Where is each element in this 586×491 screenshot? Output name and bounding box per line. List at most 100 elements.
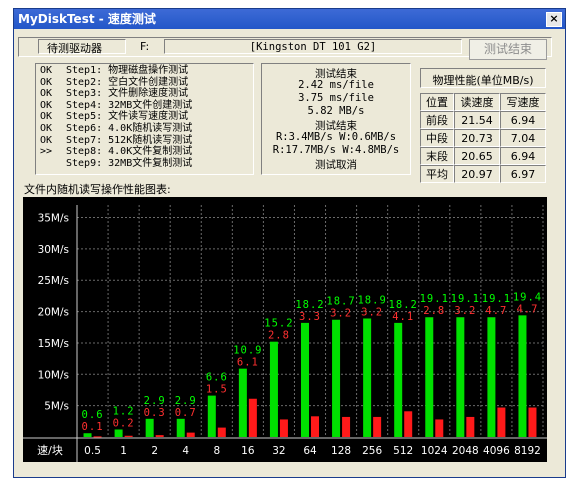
write-bar bbox=[404, 411, 413, 437]
x-tick-label: 4 bbox=[182, 445, 189, 457]
read-bar bbox=[301, 322, 309, 437]
step-status: OK bbox=[40, 88, 53, 100]
read-bar bbox=[456, 317, 465, 437]
table-cell: 前段 bbox=[420, 111, 454, 129]
step-text: Step5: 文件读写速度测试 bbox=[66, 111, 189, 123]
read-value-label: 0.6 bbox=[82, 409, 104, 421]
drive-label-box: 待测驱动器 bbox=[38, 39, 126, 55]
write-bar bbox=[124, 435, 133, 437]
step-result: R:3.4MB/s W:0.6MB/s bbox=[275, 131, 397, 143]
write-bar bbox=[466, 416, 475, 437]
write-value-label: 3.2 bbox=[361, 306, 383, 318]
close-icon: × bbox=[549, 12, 559, 25]
read-value-label: 18.2 bbox=[295, 299, 324, 311]
read-bar bbox=[394, 322, 403, 437]
table-cell: 末段 bbox=[420, 147, 454, 165]
table-cell: 21.54 bbox=[454, 111, 500, 129]
performance-title: 物理性能(单位MB/s) bbox=[432, 74, 534, 87]
write-value-label: 0.3 bbox=[144, 407, 166, 419]
y-tick-label: 20M/s bbox=[38, 307, 69, 319]
read-bar bbox=[145, 418, 154, 437]
read-value-label: 18.9 bbox=[357, 294, 386, 306]
step-result: 2.42 ms/file bbox=[298, 79, 374, 91]
write-bar bbox=[155, 435, 164, 437]
y-tick-label: 35M/s bbox=[38, 213, 69, 225]
x-tick-label: 0.5 bbox=[84, 445, 101, 457]
step-status: OK bbox=[40, 99, 53, 111]
write-value-label: 4.1 bbox=[392, 311, 414, 323]
read-bar bbox=[269, 341, 278, 437]
performance-title-box: 物理性能(单位MB/s) bbox=[420, 68, 546, 88]
read-bar bbox=[332, 319, 341, 437]
y-tick-label: 10M/s bbox=[38, 369, 69, 381]
table-row: 平均 20.97 6.97 bbox=[420, 165, 546, 183]
step-status: OK bbox=[40, 123, 53, 134]
write-value-label: 4.7 bbox=[485, 305, 507, 317]
read-bar bbox=[425, 317, 434, 437]
read-bar bbox=[487, 317, 496, 437]
results-panel: 测试结束 2.42 ms/file 3.75 ms/file 5.82 MB/s 测试结… bbox=[261, 63, 411, 175]
table-cell: 位置 bbox=[420, 93, 454, 111]
step-status: >> bbox=[40, 146, 53, 158]
x-tick-label: 16 bbox=[241, 445, 255, 457]
x-tick-label: 8192 bbox=[514, 445, 541, 457]
step-result: 3.75 ms/file bbox=[298, 92, 374, 104]
write-bar bbox=[248, 398, 257, 437]
chart-title: 文件内随机读写操作性能图表: bbox=[24, 183, 171, 196]
write-bar bbox=[528, 407, 537, 437]
read-value-label: 19.4 bbox=[513, 291, 542, 303]
step-text: Step4: 32MB文件创建测试 bbox=[66, 99, 193, 111]
write-value-label: 6.1 bbox=[237, 357, 259, 369]
read-value-label: 19.1 bbox=[482, 293, 511, 305]
step-text: Step2: 空白文件创建测试 bbox=[66, 76, 189, 88]
x-tick-label: 2048 bbox=[452, 445, 479, 457]
read-value-label: 19.1 bbox=[451, 293, 480, 305]
step-result: R:17.7MB/s W:4.8MB/s bbox=[272, 144, 400, 156]
drive-label: 待测驱动器 bbox=[47, 42, 102, 55]
table-row: 中段 20.73 7.04 bbox=[420, 129, 546, 147]
write-value-label: 3.2 bbox=[330, 308, 352, 320]
title-bar[interactable]: MyDiskTest - 速度测试 × bbox=[14, 9, 565, 29]
read-value-label: 19.1 bbox=[420, 293, 449, 305]
device-name: [Kingston DT 101 G2] bbox=[249, 41, 377, 53]
write-value-label: 4.7 bbox=[516, 303, 538, 315]
step-text: Step6: 4.0K随机读写测试 bbox=[66, 123, 193, 134]
read-bar bbox=[207, 395, 216, 437]
write-bar bbox=[311, 416, 319, 437]
write-bar bbox=[342, 416, 351, 437]
random-rw-chart: 5M/s 10M/s 15M/s 20M/s 25M/s 30M/s 35M/s 速/块 0.5… bbox=[23, 197, 547, 462]
device-name-box: [Kingston DT 101 G2] bbox=[164, 39, 462, 54]
step-result: 5.82 MB/s bbox=[307, 105, 365, 117]
x-tick-label: 256 bbox=[362, 445, 382, 457]
y-tick-label: 25M/s bbox=[38, 275, 69, 287]
step-status: OK bbox=[40, 76, 53, 88]
write-value-label: 0.1 bbox=[82, 421, 104, 433]
write-bar bbox=[373, 416, 382, 437]
write-value-label: 2.8 bbox=[423, 305, 445, 317]
read-bar bbox=[363, 318, 372, 437]
write-value-label: 2.8 bbox=[268, 330, 290, 342]
read-value-label: 6.6 bbox=[206, 372, 228, 384]
step-text: Step3: 文件删除速度测试 bbox=[66, 88, 189, 100]
y-tick-label: 30M/s bbox=[38, 244, 69, 256]
y-tick-label: 15M/s bbox=[38, 338, 69, 350]
write-bar bbox=[217, 427, 226, 437]
read-bar bbox=[83, 433, 92, 437]
x-axis-label: 速/块 bbox=[37, 444, 63, 457]
step-status: OK bbox=[40, 134, 53, 146]
table-cell: 平均 bbox=[420, 165, 454, 183]
window-title: MyDiskTest - 速度测试 bbox=[18, 12, 156, 26]
read-bar bbox=[176, 418, 185, 437]
x-tick-label: 2 bbox=[151, 445, 158, 457]
read-bar bbox=[518, 315, 527, 437]
read-value-label: 18.7 bbox=[326, 296, 355, 308]
close-button[interactable]: × bbox=[546, 12, 562, 27]
table-cell: 6.94 bbox=[500, 147, 546, 165]
end-test-button[interactable]: 测试结束 bbox=[469, 39, 547, 60]
write-value-label: 1.5 bbox=[206, 384, 228, 396]
read-value-label: 2.9 bbox=[144, 395, 166, 407]
table-cell: 6.94 bbox=[500, 111, 546, 129]
x-tick-label: 1024 bbox=[421, 445, 448, 457]
table-row: 前段 21.54 6.94 bbox=[420, 111, 546, 129]
table-cell: 中段 bbox=[420, 129, 454, 147]
